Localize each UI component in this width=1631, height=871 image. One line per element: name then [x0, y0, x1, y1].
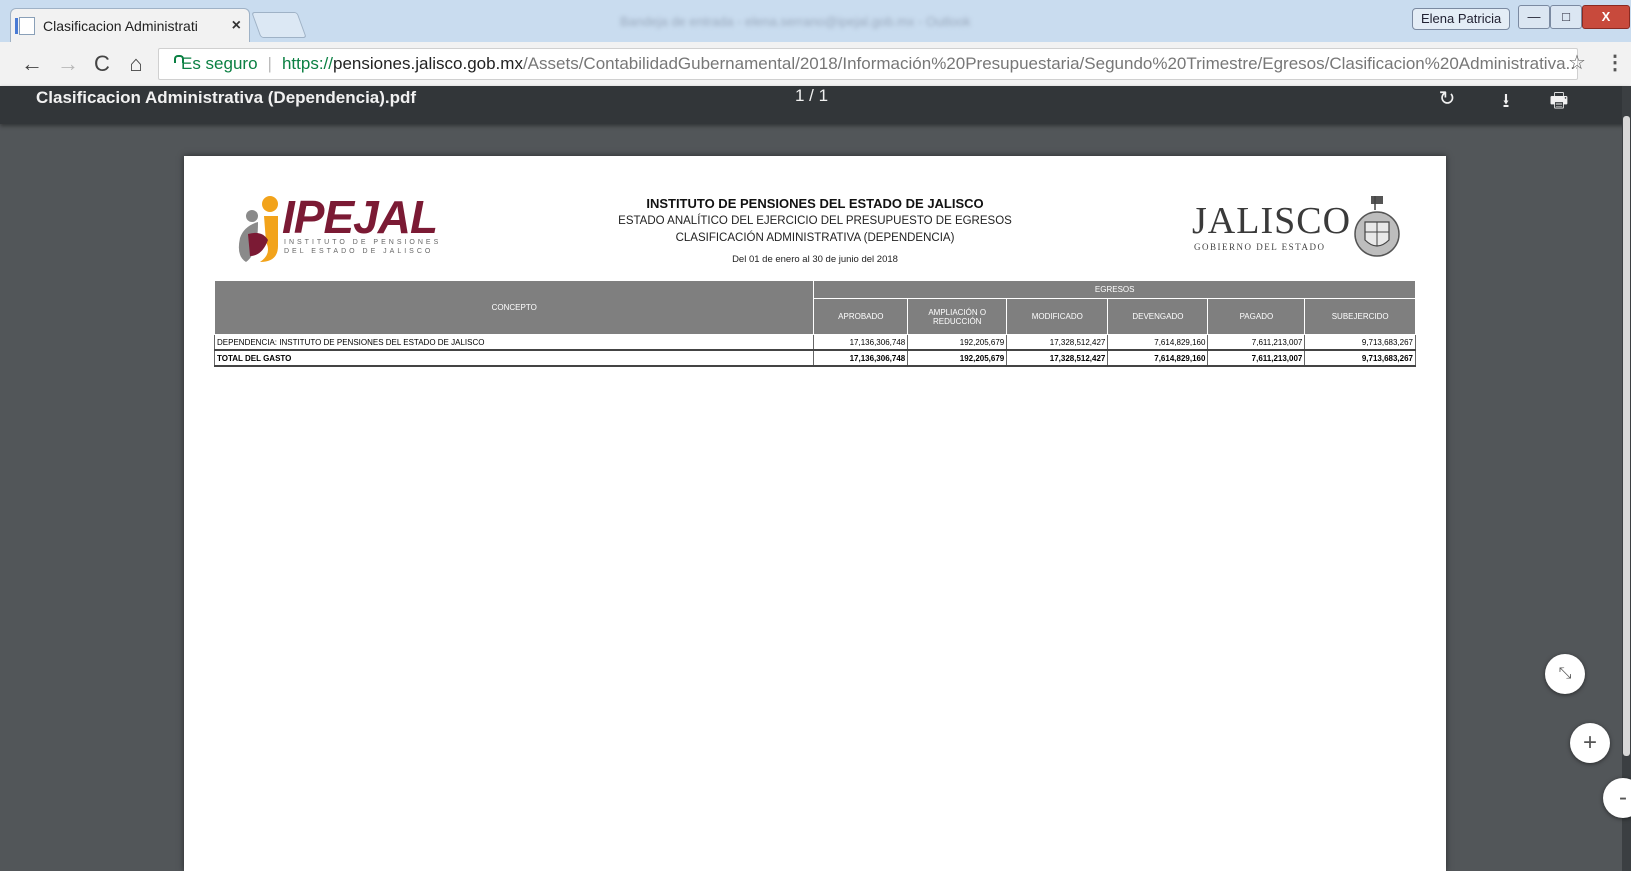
jalisco-subtitle: GOBIERNO DEL ESTADO [1194, 242, 1326, 252]
cell-modificado: 17,328,512,427 [1006, 334, 1109, 351]
cell-ampliacion: 192,205,679 [907, 334, 1008, 351]
total-concept: TOTAL DEL GASTO [213, 349, 815, 367]
pdf-toolbar: Clasificacion Administrativa (Dependenci… [0, 86, 1631, 124]
column-header: PAGADO [1207, 298, 1306, 335]
minimize-button[interactable]: — [1518, 5, 1550, 29]
concept-header: CONCEPTO [213, 280, 815, 335]
column-header: AMPLIACIÓN O REDUCCIÓN [907, 298, 1008, 335]
pdf-page: IPEJAL INSTITUTO DE PENSIONES DEL ESTADO… [184, 156, 1446, 871]
jalisco-wordmark: JALISCO [1192, 200, 1352, 242]
blurred-window-title: Bandeja de entrada - elena.serrano@ipeja… [620, 14, 971, 29]
secure-label[interactable]: Es seguro [181, 54, 258, 74]
jalisco-seal-icon [1354, 196, 1400, 257]
home-icon[interactable]: ⌂ [122, 50, 150, 78]
bookmark-star-icon[interactable]: ☆ [1568, 50, 1586, 75]
back-arrow-icon[interactable]: ← [18, 50, 46, 78]
cell-pagado: 7,611,213,007 [1207, 334, 1306, 351]
address-bar[interactable]: Es seguro | https://pensiones.jalisco.go… [158, 48, 1578, 80]
tab-close-icon[interactable]: × [232, 17, 241, 35]
tab-title: Clasificacion Administrati [43, 17, 198, 34]
url-path: /Assets/ContabilidadGubernamental/2018/I… [522, 54, 1578, 73]
rotate-icon[interactable]: ↻ [1434, 86, 1460, 111]
total-pagado: 7,611,213,007 [1207, 349, 1306, 367]
row-concept: DEPENDENCIA: INSTITUTO DE PENSIONES DEL … [213, 334, 815, 351]
maximize-button[interactable]: □ [1550, 5, 1582, 29]
total-row: TOTAL DEL GASTO 17,136,306,748 192,205,6… [213, 349, 1416, 367]
document-period: Del 01 de enero al 30 de junio del 2018 [732, 254, 898, 265]
cell-devengado: 7,614,829,160 [1107, 334, 1209, 351]
total-devengado: 7,614,829,160 [1107, 349, 1209, 367]
browser-titlebar: Clasificacion Administrati × Bandeja de … [0, 0, 1631, 42]
browser-menu-icon[interactable]: ⋮ [1605, 50, 1625, 75]
zoom-in-button[interactable]: + [1570, 723, 1610, 763]
column-header: APROBADO [813, 298, 909, 335]
zoom-out-button[interactable]: - [1603, 778, 1631, 818]
total-ampliacion: 192,205,679 [907, 349, 1008, 367]
print-icon[interactable]: 🖶 [1546, 86, 1572, 120]
download-icon[interactable]: ⭳ [1493, 86, 1519, 120]
profile-button[interactable]: Elena Patricia [1412, 8, 1511, 30]
budget-table: CONCEPTO EGRESOS APROBADO AMPLIACIÓN O R… [213, 280, 1416, 367]
url-scheme: https:// [281, 54, 333, 73]
total-aprobado: 17,136,306,748 [813, 349, 909, 367]
vertical-scrollbar[interactable] [1622, 86, 1631, 871]
page-indicator: 1 / 1 [795, 86, 829, 105]
total-modificado: 17,328,512,427 [1006, 349, 1109, 367]
address-separator: | [267, 54, 272, 73]
scrollbar-thumb[interactable] [1623, 116, 1630, 756]
cell-subejercido: 9,713,683,267 [1304, 334, 1416, 351]
pdf-filename: Clasificacion Administrativa (Dependenci… [36, 88, 417, 107]
fit-page-button[interactable]: ⤡ [1545, 654, 1585, 694]
column-header: MODIFICADO [1006, 298, 1109, 335]
browser-toolbar: ← → C ⌂ Es seguro | https://pensiones.ja… [0, 42, 1631, 87]
column-header: SUBEJERCIDO [1304, 298, 1416, 335]
pdf-file-icon [15, 16, 35, 35]
cell-aprobado: 17,136,306,748 [813, 334, 909, 351]
total-subejercido: 9,713,683,267 [1304, 349, 1416, 367]
close-window-button[interactable]: X [1582, 5, 1630, 29]
reload-icon[interactable]: C [88, 50, 116, 78]
url-host: pensiones.jalisco.gob.mx [333, 54, 523, 73]
egresos-header: EGRESOS [813, 280, 1416, 299]
forward-arrow-icon[interactable]: → [54, 50, 82, 78]
column-header: DEVENGADO [1107, 298, 1209, 335]
new-tab-button[interactable] [251, 12, 307, 38]
table-row: DEPENDENCIA: INSTITUTO DE PENSIONES DEL … [213, 334, 1416, 351]
browser-tab[interactable]: Clasificacion Administrati × [10, 8, 250, 42]
